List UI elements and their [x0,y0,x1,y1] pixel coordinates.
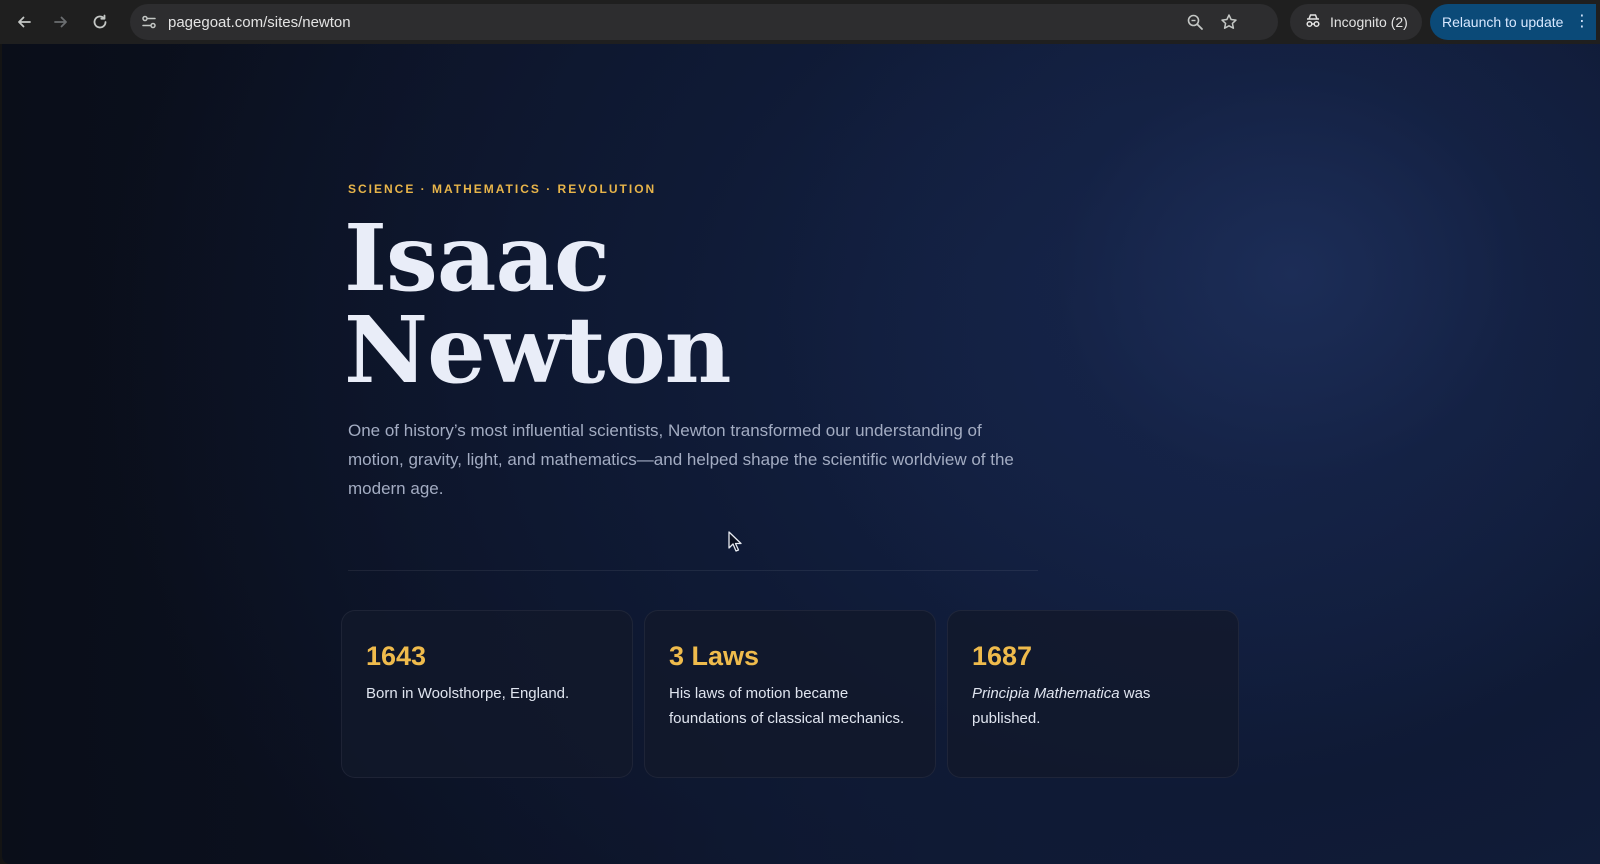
page-title: Isaac Newton [344,212,944,396]
stat-value: 3 Laws [669,641,760,671]
stat-description: Born in Woolsthorpe, England. [366,685,570,702]
url-text[interactable]: pagegoat.com/sites/newton [168,14,351,31]
page-viewport: SCIENCE · MATHEMATICS · REVOLUTION Isaac… [2,44,1600,864]
title-line-last-name: Newton [344,296,732,404]
stat-value: 1687 [972,641,1033,671]
kebab-menu-icon[interactable]: ⋮ [1574,12,1590,32]
stat-card-birth: 1643 Born in Woolsthorpe, England. [341,610,633,778]
stat-card-laws: 3 Laws His laws of motion became foundat… [644,610,936,778]
stat-card-principia: 1687 Principia Mathematica was published… [947,610,1239,778]
relaunch-label: Relaunch to update [1442,14,1564,30]
incognito-icon [1304,13,1322,32]
book-title: Principia Mathematica [972,685,1120,702]
incognito-button[interactable]: Incognito (2) [1290,4,1422,40]
reload-icon[interactable] [86,8,114,36]
site-info-icon[interactable] [138,11,160,33]
hero-eyebrow: SCIENCE · MATHEMATICS · REVOLUTION [348,182,657,196]
stat-description: His laws of motion became foundations of… [669,685,905,727]
address-bar[interactable]: pagegoat.com/sites/newton [130,4,1278,40]
mouse-cursor-icon [728,531,742,552]
forward-arrow-icon[interactable] [47,8,75,36]
bookmark-star-icon[interactable] [1218,11,1240,33]
section-divider [348,570,1038,571]
stat-value: 1643 [366,641,427,671]
browser-toolbar: pagegoat.com/sites/newton Incognito (2) … [0,0,1600,44]
back-arrow-icon[interactable] [10,8,38,36]
relaunch-to-update-button[interactable]: Relaunch to update ⋮ [1430,4,1596,40]
stat-description: Principia Mathematica was published. [972,681,1214,731]
title-line-first-name: Isaac [344,204,610,312]
incognito-label: Incognito (2) [1330,14,1408,30]
hero-lead-paragraph: One of history’s most influential scient… [348,421,1014,498]
zoom-icon[interactable] [1184,11,1206,33]
browser-window: pagegoat.com/sites/newton Incognito (2) … [0,0,1600,864]
